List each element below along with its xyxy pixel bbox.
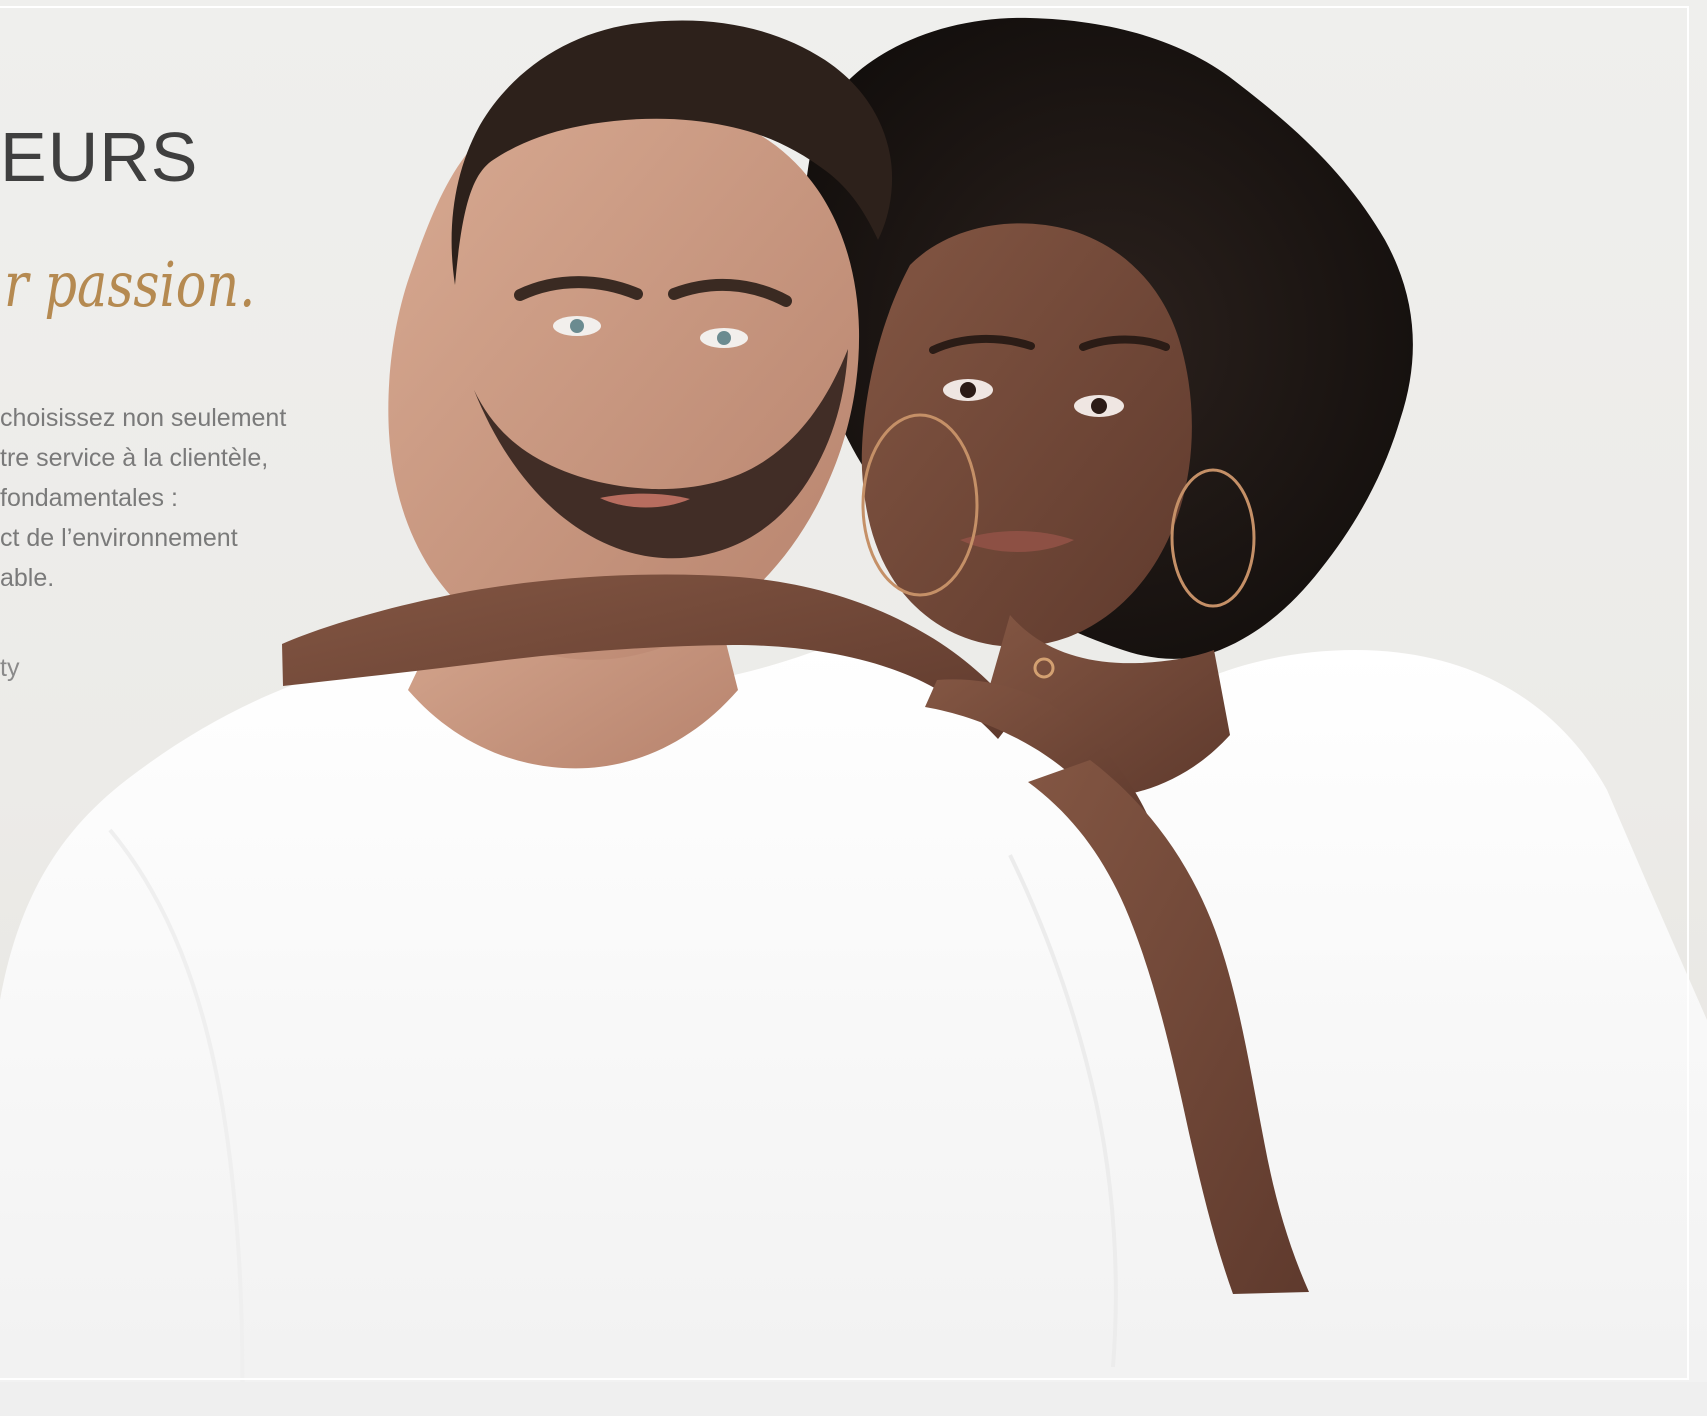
intro-line-5: able. [0,564,55,592]
tagline: r passion. [4,248,256,321]
signature: ty [0,654,20,682]
intro-line-2: tre service à la clientèle, [0,444,269,472]
man-left-iris [570,319,584,333]
intro-line-4: ct de l’environnement [0,524,238,552]
intro-line-3: fondamentales : [0,484,178,512]
bottom-strip [0,1382,1707,1416]
brochure-page: EURS r passion. choisissez non seulement… [0,0,1707,1416]
couple-photo [0,17,1707,1416]
woman-right-iris [1091,398,1107,414]
man-right-iris [717,331,731,345]
page-heading: EURS [0,118,199,196]
intro-copy: choisissez non seulement tre service à l… [0,398,310,598]
woman-left-iris [960,382,976,398]
intro-line-1: choisissez non seulement [0,404,287,432]
